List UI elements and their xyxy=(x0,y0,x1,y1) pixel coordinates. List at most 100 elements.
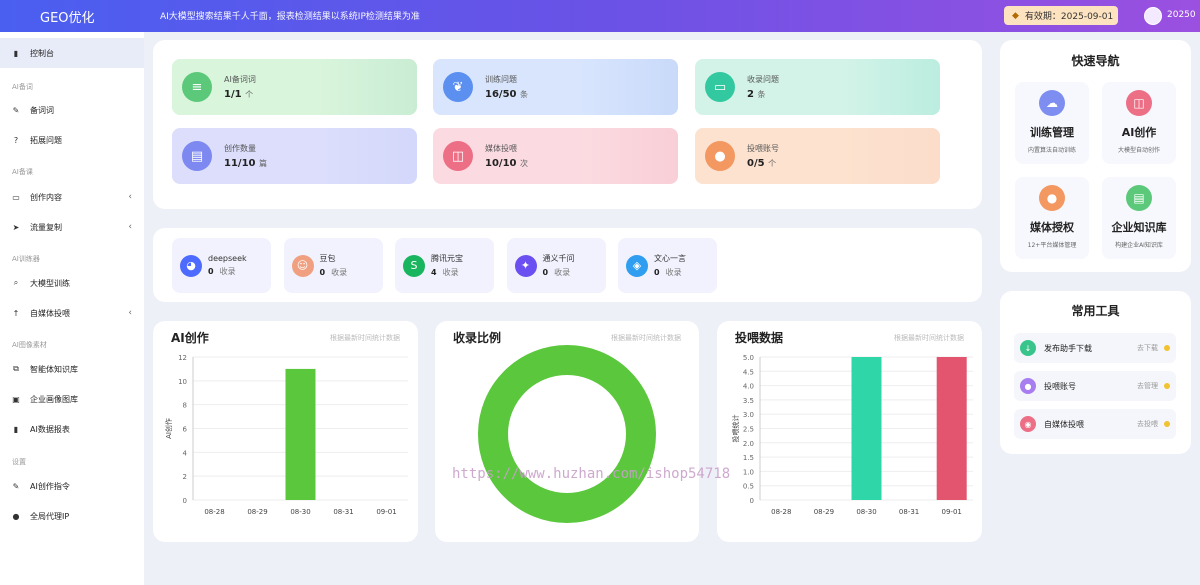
tool-item[interactable]: ↓ 发布助手下载 去下载 xyxy=(1014,333,1176,363)
engine-count-unit: 收录 xyxy=(442,268,459,277)
bar-chart-icon: ▮ xyxy=(13,424,19,434)
quick-nav-item[interactable]: ● 媒体授权 12+平台媒体管理 xyxy=(1015,177,1089,259)
y-tick-label: 0 xyxy=(183,497,187,505)
question-icon: ? xyxy=(13,135,19,145)
sidebar-item-label: 企业画像图库 xyxy=(30,394,78,404)
x-tick-label: 08-30 xyxy=(856,508,876,516)
stat-number: 16/50 xyxy=(485,89,517,100)
stat-number: 0/5 xyxy=(747,158,765,169)
stat-unit: 条 xyxy=(757,90,766,99)
tool-action[interactable]: 去投喂 xyxy=(1137,419,1158,429)
bar-chart-icon: ▮ xyxy=(13,48,19,58)
index-ratio-chart-card: 收录比例 根据最新时间统计数据 xyxy=(435,321,699,542)
image-icon: ▣ xyxy=(12,394,20,404)
expiry-text: 有效期：2025-09-01 xyxy=(1024,12,1114,22)
stat-label: AI备词词 xyxy=(224,75,256,84)
stat-unit: 个 xyxy=(768,159,777,168)
stat-tile[interactable]: ▤ 创作数量 11/10 篇 xyxy=(172,128,417,184)
stat-label: 训练问题 xyxy=(485,75,517,84)
engine-count: 4 收录 xyxy=(431,267,463,278)
user-avatar[interactable] xyxy=(1144,7,1162,25)
stat-tile[interactable]: ◫ 媒体投喂 10/10 次 xyxy=(433,128,678,184)
x-tick-label: 09-01 xyxy=(376,508,396,516)
quick-nav-item[interactable]: ▤ 企业知识库 构建企业AI知识库 xyxy=(1102,177,1176,259)
sidebar-item-label: 自媒体投喂 xyxy=(30,308,70,318)
engine-count-unit: 收录 xyxy=(331,268,348,277)
quick-nav-label: 训练管理 xyxy=(1030,126,1074,139)
engine-count-value: 0 xyxy=(542,268,549,277)
engine-tile[interactable]: ✦ 通义千问 0 收录 xyxy=(506,238,606,293)
user-name[interactable]: 20250 xyxy=(1167,10,1196,20)
girl-avatar-icon: ☺ xyxy=(291,254,314,277)
sidebar-item-ai-prompt[interactable]: ✎ AI创作指令 xyxy=(0,471,144,501)
tool-action[interactable]: 去管理 xyxy=(1137,381,1158,391)
tool-item[interactable]: ● 投喂账号 去管理 xyxy=(1014,371,1176,401)
stat-number: 2 xyxy=(747,89,754,100)
sidebar-item-global-proxy[interactable]: ● 全局代理IP xyxy=(0,501,144,531)
y-tick-label: 1.5 xyxy=(743,454,754,462)
quick-nav-title: 快速导航 xyxy=(1071,54,1120,68)
index-ratio-donut-chart xyxy=(478,345,656,523)
list-icon: ≡ xyxy=(182,72,212,102)
chevron-left-icon: ‹ xyxy=(128,192,132,202)
x-tick-label: 08-31 xyxy=(899,508,919,516)
engine-tile[interactable]: ☺ 豆包 0 收录 xyxy=(283,238,383,293)
stat-tile[interactable]: ≡ AI备词词 1/1 个 xyxy=(172,59,417,115)
sidebar-item-dashboard[interactable]: ▮ 控制台 xyxy=(0,38,144,68)
stat-label: 投喂账号 xyxy=(747,144,779,153)
stat-label: 创作数量 xyxy=(224,144,256,153)
y-tick-label: 5.0 xyxy=(743,354,754,362)
stat-value: 2 条 xyxy=(747,89,779,100)
stat-label: 媒体投喂 xyxy=(485,144,517,153)
sidebar-item-label: 大模型训练 xyxy=(30,278,70,288)
sidebar-item-knowledge-base[interactable]: ⧉ 智能体知识库 xyxy=(0,354,144,384)
brand-logo-text[interactable]: GEO优化 xyxy=(40,7,95,26)
sidebar-item-keywords[interactable]: ✎ 备词词 xyxy=(0,95,144,125)
y-tick-label: 4.5 xyxy=(743,368,754,376)
status-dot xyxy=(1164,383,1170,389)
sidebar-item-create-content[interactable]: ▭ 创作内容 ‹ xyxy=(0,182,144,212)
arrow-up-icon: ↑ xyxy=(12,308,20,318)
tongyi-icon: ✦ xyxy=(514,254,537,277)
tool-label: 自媒体投喂 xyxy=(1044,419,1084,429)
engine-tile[interactable]: ◕ deepseek 0 收录 xyxy=(172,238,271,293)
engine-count: 0 收录 xyxy=(208,266,247,277)
status-dot xyxy=(1164,421,1170,427)
sidebar-group-label: AI备课 xyxy=(12,168,33,176)
pie-slice xyxy=(478,345,656,523)
sidebar-item-media-publish[interactable]: ↑ 自媒体投喂 ‹ xyxy=(0,298,144,328)
tool-action[interactable]: 去下载 xyxy=(1137,343,1158,353)
engine-tile[interactable]: ◈ 文心一言 0 收录 xyxy=(618,238,717,293)
sidebar-item-llm-training[interactable]: ⌕ 大模型训练 xyxy=(0,268,144,298)
stat-tile[interactable]: ❦ 训练问题 16/50 条 xyxy=(433,59,678,115)
x-tick-label: 08-29 xyxy=(814,508,834,516)
stat-unit: 个 xyxy=(245,90,254,99)
stat-tile[interactable]: ▭ 收录问题 2 条 xyxy=(695,59,940,115)
header-notice: AI大模型搜索结果千人千面，报表检测结果以系统IP检测结果为准 xyxy=(160,12,420,22)
sidebar-item-traffic-copy[interactable]: ➤ 流量复制 ‹ xyxy=(0,212,144,242)
x-tick-label: 08-30 xyxy=(290,508,310,516)
status-dot xyxy=(1164,345,1170,351)
quick-nav-item[interactable]: ☁ 训练管理 内置算法自动训练 xyxy=(1015,82,1089,164)
sidebar-item-expand-questions[interactable]: ? 拓展问题 xyxy=(0,125,144,155)
ai-create-chart-card: AI创作 根据最新时间统计数据 0 2 4 6 8 10 12 08-28 08-29 08-30… xyxy=(153,321,418,542)
cube-icon: ◈ xyxy=(626,254,648,277)
sidebar-item-ai-report[interactable]: ▮ AI数据报表 xyxy=(0,414,144,444)
bar xyxy=(851,357,882,500)
engine-tile[interactable]: S 腾讯元宝 4 收录 xyxy=(395,238,494,293)
y-tick-label: 0.5 xyxy=(743,483,754,491)
sidebar-item-enterprise-gallery[interactable]: ▣ 企业画像图库 xyxy=(0,384,144,414)
x-tick-label: 08-28 xyxy=(204,508,224,516)
y-tick-label: 4.0 xyxy=(743,383,754,391)
globe-icon: ● xyxy=(12,511,20,521)
stat-tile[interactable]: ● 投喂账号 0/5 个 xyxy=(695,128,940,184)
sidebar-item-label: 流量复制 xyxy=(30,222,62,232)
copy-icon: ⧉ xyxy=(13,364,19,373)
y-tick-label: 4 xyxy=(183,449,188,457)
chevron-left-icon: ‹ xyxy=(128,222,132,232)
stat-value: 11/10 篇 xyxy=(224,158,267,169)
engine-count-value: 4 xyxy=(431,268,437,277)
tool-item[interactable]: ◉ 自媒体投喂 去投喂 xyxy=(1014,409,1176,439)
quick-nav-item[interactable]: ◫ AI创作 大模型自动创作 xyxy=(1102,82,1176,164)
sidebar-item-label: 控制台 xyxy=(30,48,54,58)
